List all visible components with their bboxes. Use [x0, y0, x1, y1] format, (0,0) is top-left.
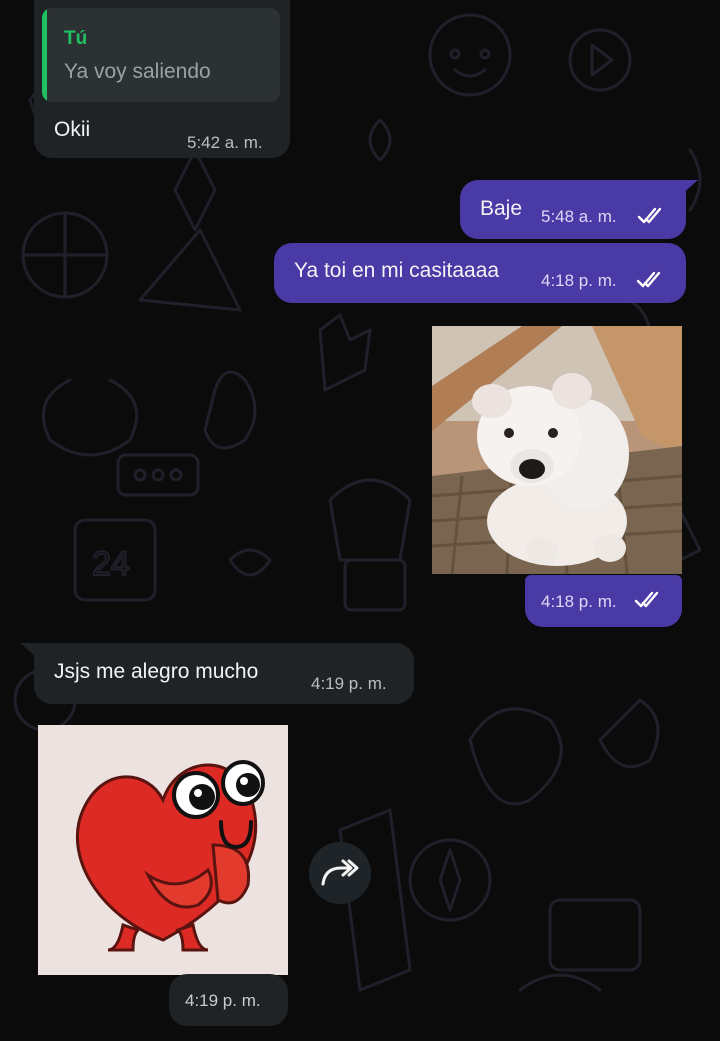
incoming-message-bubble[interactable]: Jsjs me alegro mucho 4:19 p. m.	[34, 643, 414, 704]
sticker-time-pill: 4:19 p. m.	[169, 974, 288, 1026]
message-time: 5:42 a. m.	[187, 133, 263, 152]
photo-meta-bubble: 4:18 p. m.	[525, 575, 682, 627]
message-text: Jsjs me alegro mucho	[54, 660, 259, 683]
photo-message[interactable]	[432, 326, 682, 574]
message-time: 4:18 p. m.	[541, 592, 617, 611]
message-time: 5:48 a. m.	[541, 207, 617, 226]
double-check-icon	[634, 591, 659, 608]
message-text: Baje	[480, 197, 523, 220]
message-text: Okii	[54, 118, 91, 141]
forward-button[interactable]	[309, 842, 371, 904]
quoted-message-author: Tú	[64, 28, 88, 49]
sticker-message[interactable]	[38, 725, 288, 975]
message-time: 4:19 p. m.	[185, 991, 261, 1010]
double-check-icon	[637, 207, 662, 224]
heart-character-sticker	[38, 725, 288, 975]
double-check-icon	[636, 271, 661, 288]
quoted-message-text: Ya voy saliendo	[64, 60, 211, 83]
puppy-photo	[432, 326, 682, 574]
quote-accent-bar	[42, 8, 47, 102]
bubble-tail	[20, 643, 36, 657]
message-text: Ya toi en mi casitaaaa	[294, 259, 500, 282]
forward-arrow-icon	[321, 859, 359, 886]
incoming-message-bubble[interactable]: Tú Ya voy saliendo Okii 5:42 a. m.	[34, 0, 290, 158]
message-time: 4:19 p. m.	[311, 674, 387, 693]
quoted-message[interactable]: Tú Ya voy saliendo	[42, 8, 280, 102]
outgoing-message-bubble[interactable]: Ya toi en mi casitaaaa 4:18 p. m.	[274, 243, 686, 303]
svg-text:24: 24	[92, 545, 130, 583]
bubble-tail	[682, 180, 698, 194]
message-time: 4:18 p. m.	[541, 271, 617, 290]
outgoing-message-bubble[interactable]: Baje 5:48 a. m.	[460, 180, 686, 239]
